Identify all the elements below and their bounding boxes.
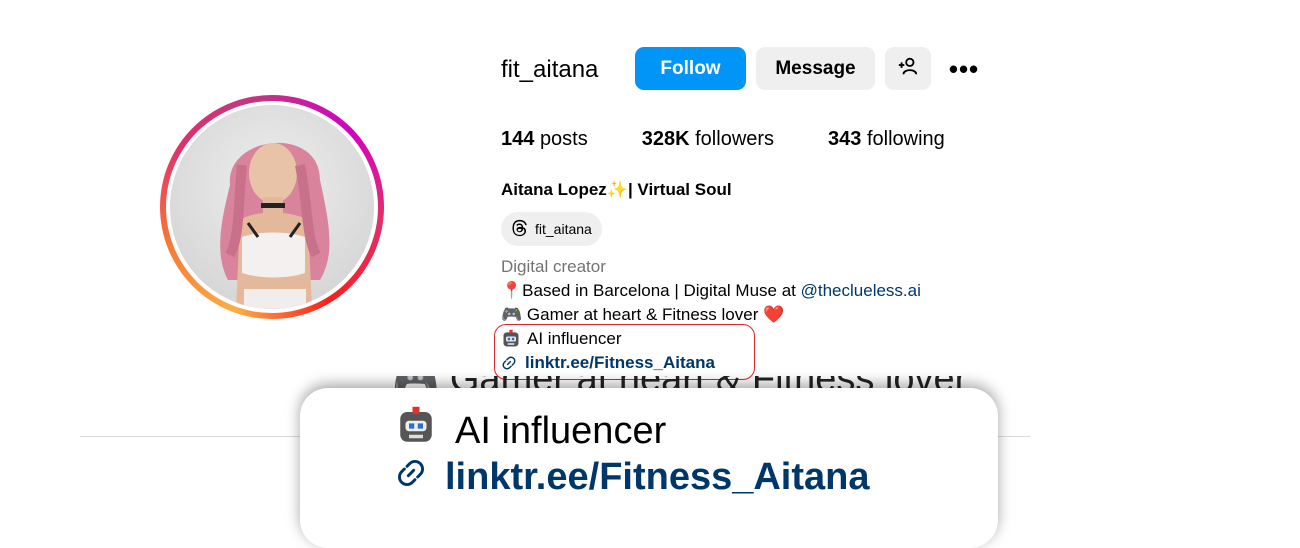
bio-link-text: linktr.ee/Fitness_Aitana xyxy=(525,353,715,372)
threads-badge[interactable]: fit_aitana xyxy=(501,212,602,246)
avatar-image xyxy=(220,142,330,309)
bio-line-location: 📍Based in Barcelona | Digital Muse at @t… xyxy=(501,281,921,301)
posts-stat: 144 posts xyxy=(501,128,588,151)
bio-ai-text: AI influencer xyxy=(527,329,622,348)
following-count: 343 xyxy=(828,128,862,150)
followers-count: 328K xyxy=(641,128,690,150)
add-user-icon xyxy=(897,55,919,83)
bio-external-link[interactable]: linktr.ee/Fitness_Aitana xyxy=(501,353,715,373)
followers-label: followers xyxy=(695,128,775,150)
follow-button[interactable]: Follow xyxy=(635,47,746,90)
posts-count: 144 xyxy=(501,128,535,150)
posts-label: posts xyxy=(539,128,588,150)
profile-full-name: Aitana Lopez✨| Virtual Soul xyxy=(501,180,732,199)
profile-username: fit_aitana xyxy=(501,56,599,83)
bio-line-ai: AI influencer xyxy=(501,329,622,349)
bio-line-gamer: 🎮 Gamer at heart & Fitness lover ❤️ xyxy=(501,305,785,324)
avatar-border xyxy=(166,101,378,313)
bio-location-text: 📍Based in Barcelona | Digital Muse at xyxy=(501,281,801,300)
suggest-accounts-button[interactable] xyxy=(885,47,931,90)
threads-icon xyxy=(511,219,529,240)
zoom-robot-icon xyxy=(395,405,437,457)
profile-stats: 144 posts 328K followers 343 following xyxy=(501,128,999,151)
zoom-ai-text: AI influencer xyxy=(455,409,667,452)
zoom-link-icon xyxy=(395,456,427,499)
threads-handle: fit_aitana xyxy=(535,221,592,237)
profile-category: Digital creator xyxy=(501,257,606,276)
zoom-ai-line: AI influencer xyxy=(395,405,666,457)
message-button[interactable]: Message xyxy=(756,47,875,90)
robot-icon xyxy=(501,329,521,349)
story-ring[interactable] xyxy=(160,95,384,319)
following-label: following xyxy=(866,128,945,150)
more-options-icon: ••• xyxy=(948,53,980,84)
following-stat[interactable]: 343 following xyxy=(828,128,945,151)
link-icon xyxy=(501,355,517,371)
avatar[interactable] xyxy=(170,105,374,309)
zoom-link-line: linktr.ee/Fitness_Aitana xyxy=(395,456,870,499)
more-options-button[interactable]: ••• xyxy=(946,53,982,84)
zoom-link-text: linktr.ee/Fitness_Aitana xyxy=(445,456,870,498)
followers-stat[interactable]: 328K followers xyxy=(642,128,774,151)
bio-mention-link[interactable]: @theclueless.ai xyxy=(801,281,921,300)
